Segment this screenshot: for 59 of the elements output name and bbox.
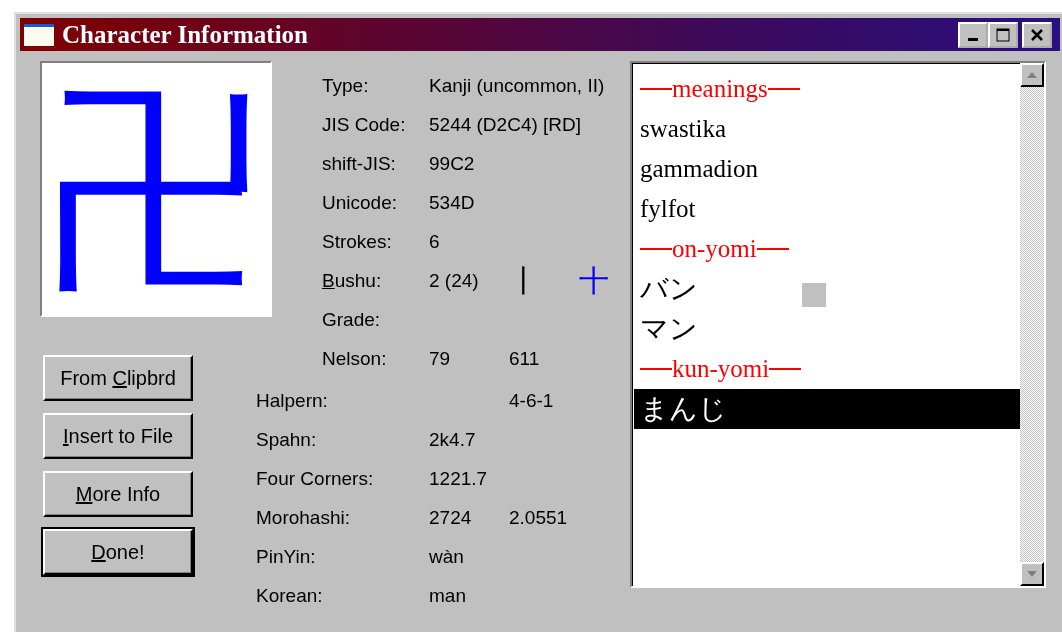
field-label: Four Corners: [256,467,374,489]
section-header: kun-yomi [672,354,770,384]
field-value: 4-6-1 [509,389,554,411]
square-icon [802,283,826,307]
field-label: Unicode: [322,191,397,213]
dialog-button[interactable]: More Info [43,471,193,517]
maximize-icon [996,27,1010,42]
list-item[interactable]: gammadion [634,149,1020,189]
list-item[interactable]: マン [634,309,1020,349]
field-label: Korean: [256,584,323,606]
field-label: Spahn: [256,428,317,450]
list-item[interactable]: swastika [634,109,1020,149]
field-value: 1221.7 [429,467,488,489]
field-value: 99C2 [429,152,475,174]
list-item[interactable]: バン [634,269,1020,309]
scroll-up-button[interactable] [1020,63,1044,87]
section-header: meanings [672,74,768,104]
section-header: on-yomi [672,234,757,264]
field-label: JIS Code: [322,113,406,135]
close-icon [1030,27,1044,42]
down-arrow-icon [1027,571,1037,577]
radical-glyph: 十 [578,263,609,298]
scrollbar[interactable] [1020,63,1044,586]
dialog-button[interactable]: From Clipbrd [43,355,193,401]
field-label: Strokes: [322,230,392,252]
field-value: 611 [509,347,540,369]
minimize-button[interactable] [958,21,988,48]
dialog-button[interactable]: Insert to File [43,413,193,459]
field-value: 2k4.7 [429,428,476,450]
window-icon [24,23,54,46]
scroll-down-button[interactable] [1020,562,1044,586]
field-value: 2 (24) [429,268,479,293]
field-value: wàn [429,545,464,567]
maximize-button[interactable] [988,21,1018,48]
minimize-icon [968,38,978,41]
list-item[interactable]: fylfot [634,189,1020,229]
field-value: 2724 [429,506,472,528]
field-value: 79 [429,347,451,369]
field-label: Type: [322,74,369,96]
dialog-button[interactable]: Done! [43,529,193,575]
field-label: Morohashi: [256,506,350,528]
field-label: Grade: [322,308,381,330]
kanji-character: 卍 [46,79,266,299]
field-label: PinYin: [256,545,316,567]
field-value: 5244 (D2C4) [RD] [429,113,582,135]
field-label: Nelson: [322,347,387,369]
field-value: 2.0551 [509,506,568,528]
list-item[interactable]: まんじ [634,389,1020,429]
field-value: Kanji (uncommon, II) [429,74,605,96]
up-arrow-icon [1027,72,1037,78]
field-value: 534D [429,191,475,213]
field-value: 6 [429,230,440,252]
close-button[interactable] [1022,21,1052,48]
window-title: Character Information [62,20,309,49]
field-label: shift-JIS: [322,152,396,174]
field-label: Halpern: [256,389,328,411]
radical-glyph: 丨 [508,263,539,298]
field-label: Bushu: [322,269,382,291]
field-value: man [429,584,466,606]
